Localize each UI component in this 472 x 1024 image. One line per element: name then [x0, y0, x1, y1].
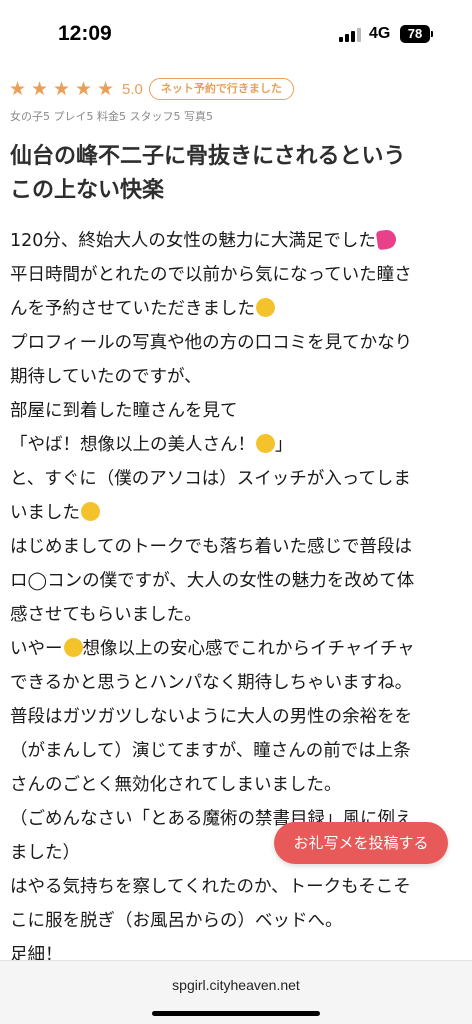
- review-line: んを予約させていただきました: [10, 292, 464, 326]
- rating-score: 5.0: [122, 80, 143, 98]
- review-line: 部屋に到着した瞳さんを見て: [10, 401, 238, 421]
- review-line: と、すぐに（僕のアソコは）スイッチが入ってしま: [10, 469, 411, 489]
- visit-method-badge: ネット予約で行きました: [148, 78, 294, 100]
- review-line: 「やば！想像以上の美人さん！」: [10, 434, 293, 455]
- review-line: 感させてもらいました。: [10, 605, 202, 625]
- star-icon: ★: [53, 78, 71, 100]
- review-line: 普段はガツガツしないように大人の男性の余裕をを: [10, 707, 413, 727]
- signal-icon: [339, 28, 361, 42]
- status-time: 12:09: [58, 22, 112, 45]
- laughing-emoji-icon: [63, 638, 83, 657]
- page: 12:09 4G 78 ★ ★ ★ ★ ★ 5.0 ネット予約で行きました 女の…: [0, 0, 472, 1024]
- status-bar: 12:09 4G 78: [0, 0, 472, 70]
- star-icon: ★: [31, 78, 49, 100]
- review-line: （がまんして）演じてますが、瞳さんの前では上条: [10, 741, 411, 761]
- star-icon: ★: [97, 78, 115, 100]
- sub-scores: 女の子5 プレイ5 料金5 スタッフ5 写真5: [10, 110, 213, 123]
- review-line: はやる気持ちを察してくれたのか、トークもそこそ: [10, 877, 411, 897]
- network-type: 4G: [369, 25, 391, 42]
- review-line: さんのごとく無効化されてしまいました。: [10, 775, 342, 795]
- review-line: できるかと思うとハンパなく期待しちゃいますね。: [10, 673, 413, 693]
- url-text[interactable]: spgirl.cityheaven.net: [0, 977, 472, 993]
- review-line: いました: [10, 496, 464, 530]
- home-indicator[interactable]: [152, 1011, 320, 1016]
- review-title-line: 仙台の峰不二子に骨抜きにされるという: [10, 144, 406, 169]
- star-struck-emoji-icon: [256, 434, 275, 453]
- review-title-line: この上ない快楽: [10, 178, 165, 203]
- heart-emoji-icon: [375, 228, 398, 251]
- review-line: はじめましてのトークでも落ち着いた感じで普段は: [10, 537, 412, 557]
- review-line: 平日時間がとれたので以前から気になっていた瞳さ: [10, 265, 412, 285]
- battery-icon: 78: [400, 25, 430, 43]
- crying-emoji-icon: [81, 502, 100, 521]
- star-icon: ★: [9, 78, 27, 100]
- star-rating: ★ ★ ★ ★ ★: [9, 78, 119, 100]
- post-thanks-photo-button[interactable]: お礼写メを投稿する: [274, 822, 448, 864]
- review-line: プロフィールの写真や他の方の口コミを見てかなり: [10, 333, 413, 353]
- review-line: 期待していたのですが、: [10, 367, 202, 387]
- review-line: こに服を脱ぎ（お風呂からの）ベッドへ。: [10, 911, 343, 931]
- rating-row: ★ ★ ★ ★ ★ 5.0 ネット予約で行きました: [9, 76, 294, 102]
- review-line: ロ◯コンの僕ですが、大人の女性の魅力を改めて体: [10, 571, 415, 591]
- review-line: 120分、終始大人の女性の魅力に大満足でした: [10, 224, 464, 258]
- heart-eyes-emoji-icon: [256, 298, 275, 317]
- battery-tip: [431, 31, 433, 37]
- review-line: いやー 想像以上の安心感でこれからイチャイチャ: [10, 638, 415, 659]
- star-icon: ★: [75, 78, 93, 100]
- review-title: 仙台の峰不二子に骨抜きにされるという この上ない快楽: [10, 140, 460, 208]
- browser-url-bar[interactable]: spgirl.cityheaven.net: [0, 960, 472, 1024]
